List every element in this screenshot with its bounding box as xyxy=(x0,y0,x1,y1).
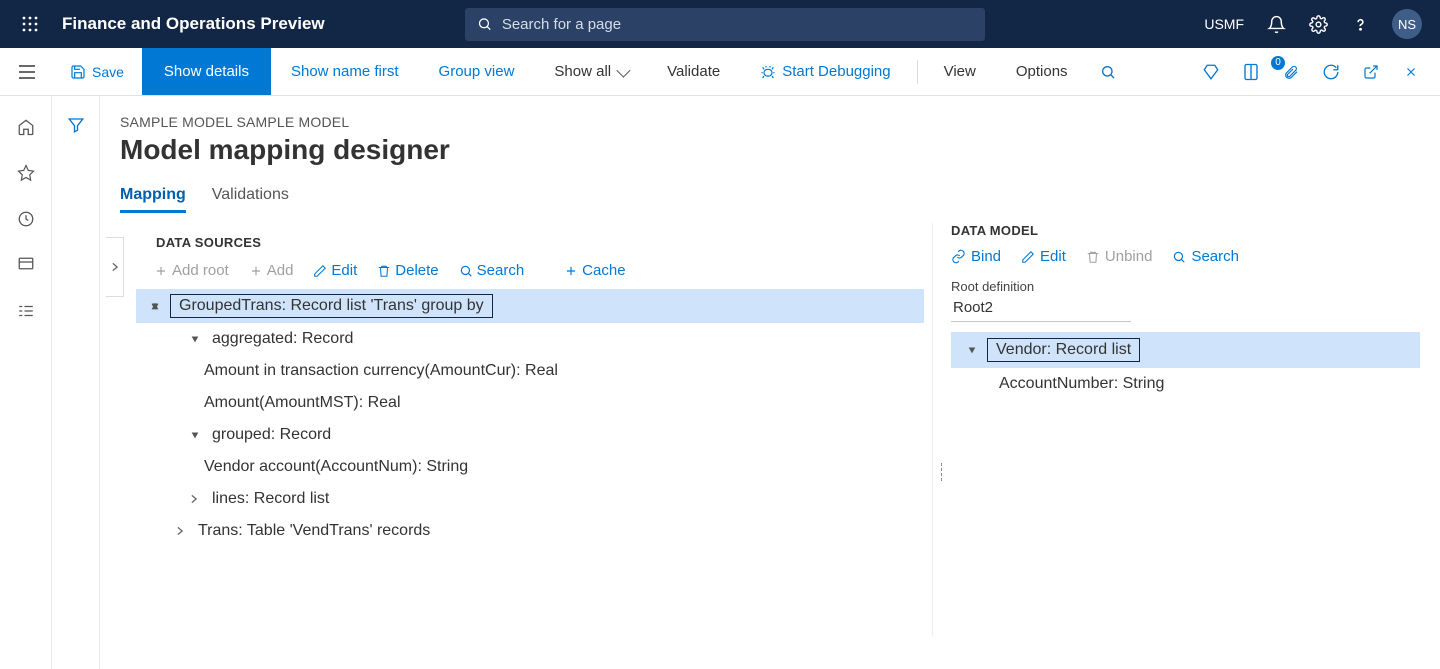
tab-mapping[interactable]: Mapping xyxy=(120,186,186,213)
ds-tree: GroupedTrans: Record list 'Trans' group … xyxy=(126,289,932,547)
unbind-button: Unbind xyxy=(1086,248,1153,265)
root-definition-value[interactable]: Root2 xyxy=(951,296,1131,322)
diamond-icon[interactable] xyxy=(1200,61,1222,83)
dm-edit-button[interactable]: Edit xyxy=(1021,248,1066,265)
page-title: Model mapping designer xyxy=(120,134,1426,166)
data-sources-panel: DATA SOURCES Add root Add Edit xyxy=(120,223,933,636)
dm-selected-row[interactable]: Vendor: Record list xyxy=(951,332,1420,368)
collapse-icon[interactable] xyxy=(150,301,160,311)
gear-icon[interactable] xyxy=(1308,14,1328,34)
tab-validations[interactable]: Validations xyxy=(212,186,289,213)
group-view-button[interactable]: Group view xyxy=(419,48,535,95)
tree-node[interactable]: Amount in transaction currency(AmountCur… xyxy=(136,355,932,387)
save-button[interactable]: Save xyxy=(52,48,142,95)
tree-node[interactable]: lines: Record list xyxy=(136,483,932,515)
add-button: Add xyxy=(249,262,294,279)
close-icon[interactable] xyxy=(1400,61,1422,83)
tree-node[interactable]: aggregated: Record xyxy=(136,323,932,355)
search-input[interactable] xyxy=(502,16,973,33)
add-root-button: Add root xyxy=(154,262,229,279)
collapse-icon[interactable] xyxy=(967,345,977,355)
validate-button[interactable]: Validate xyxy=(647,48,740,95)
star-icon[interactable] xyxy=(15,162,37,184)
search-bar[interactable] xyxy=(465,8,985,41)
dm-selected-label: Vendor: Record list xyxy=(987,338,1140,362)
show-details-button[interactable]: Show details xyxy=(142,48,271,95)
chevron-down-icon xyxy=(616,63,630,77)
hamburger-icon[interactable] xyxy=(16,61,38,83)
left-rail xyxy=(0,96,52,669)
avatar[interactable]: NS xyxy=(1392,9,1422,39)
tree-node[interactable]: Amount(AmountMST): Real xyxy=(136,387,932,419)
refresh-icon[interactable] xyxy=(1320,61,1342,83)
attachments-icon[interactable]: 0 xyxy=(1280,61,1302,83)
start-debugging-button[interactable]: Start Debugging xyxy=(740,48,910,95)
ds-toolbar: Add root Add Edit Delete xyxy=(126,252,932,287)
help-icon[interactable] xyxy=(1350,14,1370,34)
ds-search-button[interactable]: Search xyxy=(459,262,525,279)
company-picker[interactable]: USMF xyxy=(1204,14,1244,34)
filter-column xyxy=(52,96,100,669)
command-bar: Save Show details Show name first Group … xyxy=(0,48,1440,96)
dm-search-button[interactable]: Search xyxy=(1172,248,1239,265)
ds-selected-label: GroupedTrans: Record list 'Trans' group … xyxy=(170,294,493,318)
badge: 0 xyxy=(1271,56,1285,70)
show-name-first-button[interactable]: Show name first xyxy=(271,48,419,95)
tree-node[interactable]: grouped: Record xyxy=(136,419,932,451)
root-definition-label: Root definition xyxy=(951,279,1426,294)
separator xyxy=(917,60,918,84)
data-sources-header: DATA SOURCES xyxy=(126,223,932,252)
data-model-panel: DATA MODEL Bind Edit Unbind xyxy=(941,223,1426,636)
edit-button[interactable]: Edit xyxy=(313,262,357,279)
breadcrumb: SAMPLE MODEL SAMPLE MODEL xyxy=(120,114,1426,130)
tree-node[interactable]: Trans: Table 'VendTrans' records xyxy=(136,515,932,547)
split-handle[interactable] xyxy=(935,463,947,483)
dm-tree-node[interactable]: AccountNumber: String xyxy=(951,368,1426,400)
top-navbar: Finance and Operations Preview USMF NS xyxy=(0,0,1440,48)
data-model-header: DATA MODEL xyxy=(951,223,1426,238)
recent-icon[interactable] xyxy=(15,208,37,230)
pane-icon[interactable] xyxy=(1240,61,1262,83)
home-icon[interactable] xyxy=(15,116,37,138)
filter-icon[interactable] xyxy=(67,116,85,669)
delete-button[interactable]: Delete xyxy=(377,262,438,279)
modules-icon[interactable] xyxy=(15,300,37,322)
cache-button[interactable]: Cache xyxy=(564,262,625,279)
bind-button[interactable]: Bind xyxy=(951,248,1001,265)
ds-selected-row[interactable]: GroupedTrans: Record list 'Trans' group … xyxy=(136,289,924,323)
save-label: Save xyxy=(92,64,124,80)
main-content: SAMPLE MODEL SAMPLE MODEL Model mapping … xyxy=(100,96,1440,669)
bell-icon[interactable] xyxy=(1266,14,1286,34)
datasource-types-expander[interactable] xyxy=(106,237,124,297)
show-all-dropdown[interactable]: Show all xyxy=(534,48,647,95)
find-icon[interactable] xyxy=(1088,48,1128,95)
popup-icon[interactable] xyxy=(1360,61,1382,83)
dm-toolbar: Bind Edit Unbind Search xyxy=(951,248,1426,265)
view-menu[interactable]: View xyxy=(924,48,996,95)
waffle-icon[interactable] xyxy=(16,10,44,38)
workspace-icon[interactable] xyxy=(15,254,37,276)
tree-node[interactable]: Vendor account(AccountNum): String xyxy=(136,451,932,483)
app-title: Finance and Operations Preview xyxy=(62,14,325,34)
options-menu[interactable]: Options xyxy=(996,48,1088,95)
tabs: Mapping Validations xyxy=(120,186,1426,213)
